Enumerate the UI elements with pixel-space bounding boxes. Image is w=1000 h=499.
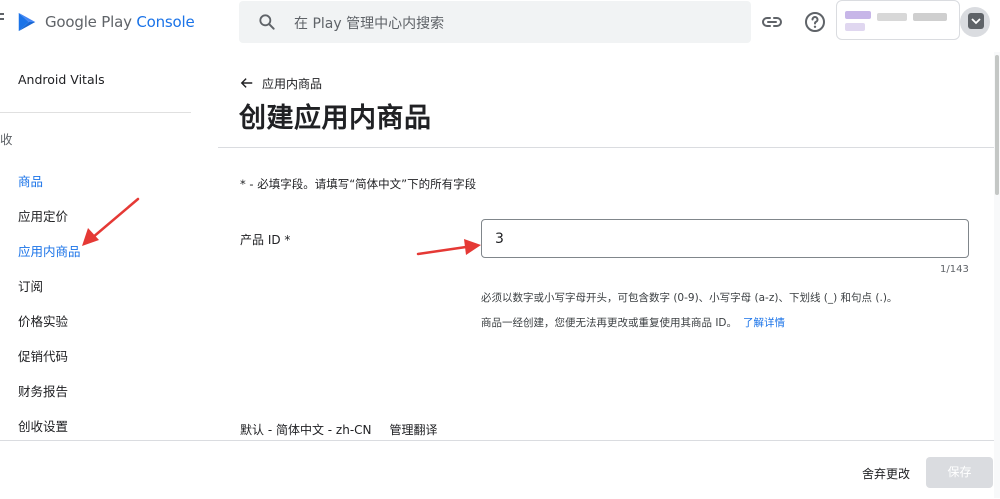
- chevron-down-icon: [968, 13, 984, 29]
- title-divider: [218, 147, 1000, 148]
- sidebar-divider: [0, 112, 191, 113]
- search-bar[interactable]: 在 Play 管理中心内搜索: [239, 1, 751, 43]
- discard-changes-button[interactable]: 舍弃更改: [862, 465, 910, 482]
- redacted-account-name: [877, 13, 907, 21]
- character-count: 1/143: [940, 264, 969, 275]
- google-play-console-logo[interactable]: Google Play Console: [16, 10, 195, 34]
- language-section: 默认 - 简体中文 - zh-CN 管理翻译: [240, 421, 438, 438]
- play-console-logo-icon: [18, 12, 36, 32]
- annotation-arrow-input: [416, 239, 481, 256]
- product-id-value: 3: [495, 231, 504, 247]
- redacted-account-name: [845, 11, 871, 19]
- product-id-warning-text: 商品一经创建，您便无法再更改或重复使用其商品 ID。: [481, 317, 738, 329]
- account-switcher[interactable]: [836, 0, 960, 40]
- sidebar-item-app-pricing[interactable]: 应用定价: [18, 206, 68, 225]
- default-language-label: 默认 - 简体中文 - zh-CN: [240, 423, 372, 437]
- sidebar-section-title: 收: [0, 132, 13, 147]
- help-icon[interactable]: [803, 10, 827, 34]
- back-link[interactable]: 应用内商品: [240, 75, 322, 91]
- sidebar-item-in-app-products[interactable]: 应用内商品: [18, 241, 81, 260]
- manage-translations-link[interactable]: 管理翻译: [390, 423, 438, 437]
- redacted-account-name: [845, 23, 865, 31]
- save-button[interactable]: 保存: [926, 457, 993, 488]
- annotation-arrow-sidebar: [82, 197, 140, 246]
- scrollbar-thumb[interactable]: [995, 55, 999, 195]
- sidebar-item-price-experiments[interactable]: 价格实验: [18, 311, 68, 330]
- sidebar-item-monetization-setup[interactable]: 创收设置: [18, 416, 68, 435]
- arrow-back-icon: [240, 78, 253, 88]
- menu-icon[interactable]: [0, 10, 6, 30]
- sidebar-item-financial-reports[interactable]: 财务报告: [18, 381, 68, 400]
- logo-text: Google Play Console: [45, 13, 195, 31]
- sidebar-item-promo-codes[interactable]: 促销代码: [18, 346, 68, 365]
- redacted-account-name: [913, 13, 947, 21]
- required-fields-note: * - 必填字段。请填写“简体中文”下的所有字段: [240, 177, 477, 191]
- sidebar-item-subscriptions[interactable]: 订阅: [18, 276, 43, 295]
- back-link-label: 应用内商品: [262, 76, 323, 91]
- product-id-label: 产品 ID *: [240, 233, 291, 247]
- search-icon: [259, 14, 275, 30]
- product-id-help-text: 必须以数字或小写字母开头，可包含数字 (0-9)、小写字母 (a-z)、下划线 …: [481, 292, 898, 304]
- avatar[interactable]: [960, 7, 990, 37]
- link-icon[interactable]: [760, 10, 784, 34]
- sidebar-item-android-vitals[interactable]: Android Vitals: [18, 72, 105, 87]
- learn-more-link[interactable]: 了解详情: [743, 317, 785, 329]
- page-title: 创建应用内商品: [239, 103, 432, 134]
- footer-bar: [0, 440, 1000, 499]
- product-id-warning: 商品一经创建，您便无法再更改或重复使用其商品 ID。 了解详情: [481, 315, 785, 330]
- product-id-input[interactable]: 3: [481, 219, 969, 258]
- search-placeholder: 在 Play 管理中心内搜索: [294, 16, 445, 32]
- sidebar-item-products[interactable]: 商品: [18, 171, 43, 190]
